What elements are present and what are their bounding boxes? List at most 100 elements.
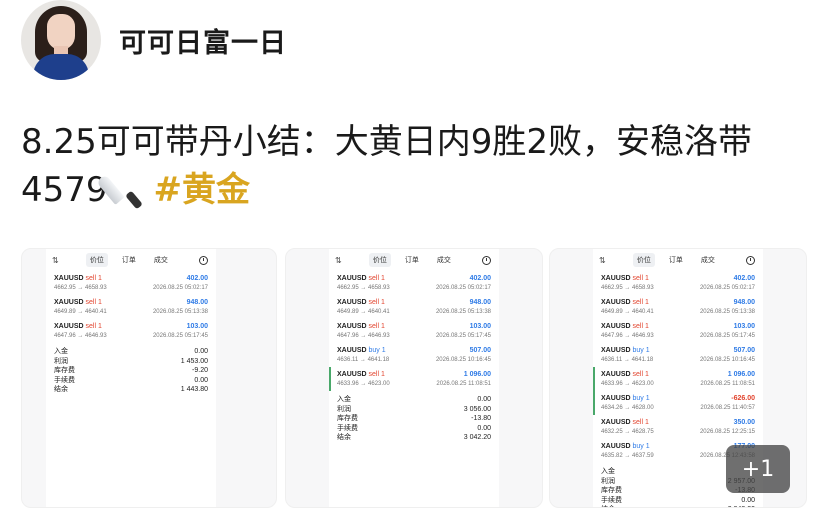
tab-position[interactable]: 价位	[368, 253, 391, 267]
history-tabs: ⇅ 价位 订单 成交	[329, 249, 499, 271]
trade-row[interactable]: XAUUSD sell 1 948.00 4649.89 → 4640.41 2026…	[329, 295, 499, 319]
trade-side: buy 1	[368, 347, 386, 354]
trade-pnl: 948.00	[186, 299, 208, 306]
trade-side: sell 1	[632, 323, 649, 330]
summary-swap-label: 库存费	[337, 415, 358, 422]
screenshot-card[interactable]: ⇅ 价位 订单 成交 XAUUSD sell 1 402.00 4662.95 → 4658…	[285, 248, 543, 508]
trade-row[interactable]: XAUUSD buy 1 507.00 4636.11 → 4641.18 2026.…	[593, 343, 763, 367]
trade-row[interactable]: XAUUSD buy 1 507.00 4636.11 → 4641.18 2026.…	[329, 343, 499, 367]
trade-prices: 4647.96 → 4646.93	[337, 333, 390, 339]
trade-row-main: XAUUSD sell 1 1 096.00	[601, 369, 755, 380]
clock-icon[interactable]	[481, 255, 491, 265]
avatar-dress	[33, 54, 89, 80]
account-summary: 入金 0.00 利润 3 056.00 库存费 -13.80 手续费 0.00 结余 3 042.…	[329, 391, 499, 443]
trade-symbol-side: XAUUSD buy 1	[337, 345, 386, 356]
trade-symbol: XAUUSD	[337, 371, 369, 378]
trade-row-detail: 4633.96 → 4623.00 2026.08.25 11:08:51	[337, 380, 491, 389]
trade-side: buy 1	[632, 347, 650, 354]
clock-icon[interactable]	[745, 255, 755, 265]
trade-history-screen: ⇅ 价位 订单 成交 XAUUSD sell 1 402.00 4662.95 → 4658…	[329, 249, 499, 507]
trade-row[interactable]: XAUUSD sell 1 948.00 4649.89 → 4640.41 2026…	[46, 295, 216, 319]
trade-row[interactable]: XAUUSD sell 1 402.00 4662.95 → 4658.93 2026…	[329, 271, 499, 295]
trade-pnl: 402.00	[469, 275, 491, 282]
tab-orders[interactable]: 订单	[665, 253, 687, 267]
trade-row[interactable]: XAUUSD sell 1 948.00 4649.89 → 4640.41 2026…	[593, 295, 763, 319]
tab-orders[interactable]: 订单	[401, 253, 423, 267]
trade-pnl: 948.00	[733, 299, 755, 306]
trade-row[interactable]: XAUUSD sell 1 402.00 4662.95 → 4658.93 2026…	[46, 271, 216, 295]
trade-row-main: XAUUSD sell 1 948.00	[601, 297, 755, 308]
summary-commission: 手续费 0.00	[337, 424, 491, 434]
trade-row-detail: 4649.89 → 4640.41 2026.08.25 05:13:38	[337, 308, 491, 317]
summary-profit: 利润 1 453.00	[54, 357, 208, 367]
trade-row[interactable]: XAUUSD sell 1 402.00 4662.95 → 4658.93 2026…	[593, 271, 763, 295]
sort-icon[interactable]: ⇅	[335, 256, 342, 265]
trade-row-detail: 4633.96 → 4623.00 2026.08.25 11:08:51	[601, 380, 755, 389]
history-tabs: ⇅ 价位 订单 成交	[46, 249, 216, 271]
summary-profit: 利润 3 056.00	[337, 405, 491, 415]
summary-commission-label: 手续费	[601, 496, 622, 504]
sort-icon[interactable]: ⇅	[599, 256, 606, 265]
screenshot-card[interactable]: ⇅ 价位 订单 成交 XAUUSD sell 1 402.00 4662.95 → 4658…	[549, 248, 807, 508]
trade-symbol: XAUUSD	[337, 347, 369, 354]
trade-row[interactable]: XAUUSD sell 1 103.00 4647.96 → 4646.93 2026…	[46, 319, 216, 343]
summary-balance: 结余 3 042.20	[337, 433, 491, 443]
summary-balance: 结余 2 943.20	[601, 505, 755, 507]
trade-row-detail: 4636.11 → 4641.18 2026.08.25 10:16:45	[601, 356, 755, 365]
post-line-2-number: 4579	[21, 170, 108, 210]
trade-time: 2026.08.25 12:25:15	[699, 429, 755, 435]
trade-pnl: 507.00	[733, 347, 755, 354]
more-images-overlay[interactable]: +1	[726, 445, 790, 493]
trade-time: 2026.08.25 10:16:45	[699, 357, 755, 363]
username[interactable]: 可可日富一日	[119, 21, 287, 60]
tab-deals[interactable]: 成交	[433, 253, 455, 267]
trade-prices: 4636.11 → 4641.18	[601, 357, 654, 363]
tab-deals[interactable]: 成交	[697, 253, 719, 267]
trade-symbol-side: XAUUSD sell 1	[337, 273, 385, 284]
summary-swap: 库存费 -9.20	[54, 366, 208, 376]
trade-symbol-side: XAUUSD sell 1	[601, 297, 649, 308]
trade-symbol-side: XAUUSD sell 1	[337, 297, 385, 308]
knife-icon	[95, 167, 154, 210]
post-header: 可可日富一日	[21, 0, 287, 80]
trade-side: sell 1	[632, 299, 649, 306]
screenshot-card[interactable]: ⇅ 价位 订单 成交 XAUUSD sell 1 402.00 4662.95 → 4658…	[21, 248, 277, 508]
trade-row[interactable]: XAUUSD sell 1 1 096.00 4633.96 → 4623.00 20…	[593, 367, 763, 391]
trade-time: 2026.08.25 05:17:45	[435, 333, 491, 339]
trade-prices: 4662.95 → 4658.93	[601, 285, 654, 291]
trade-row-detail: 4649.89 → 4640.41 2026.08.25 05:13:38	[54, 308, 208, 317]
summary-commission-value: 0.00	[741, 496, 755, 504]
tab-group: 价位 订单 成交	[368, 253, 455, 267]
summary-balance-label: 结余	[54, 386, 68, 393]
trade-time: 2026.08.25 11:40:57	[700, 405, 755, 411]
trade-pnl: 103.00	[186, 323, 208, 330]
clock-icon[interactable]	[198, 255, 208, 265]
trade-symbol: XAUUSD	[601, 419, 633, 426]
tab-deals[interactable]: 成交	[150, 253, 172, 267]
trade-row[interactable]: XAUUSD sell 1 103.00 4647.96 → 4646.93 2026…	[329, 319, 499, 343]
tab-position[interactable]: 价位	[632, 253, 655, 267]
hashtag-link[interactable]: #黄金	[154, 170, 251, 210]
trade-row[interactable]: XAUUSD sell 1 350.00 4632.25 → 4628.75 2026…	[593, 415, 763, 439]
trade-symbol-side: XAUUSD sell 1	[601, 273, 649, 284]
trade-row[interactable]: XAUUSD sell 1 1 096.00 4633.96 → 4623.00 20…	[329, 367, 499, 391]
history-tabs: ⇅ 价位 订单 成交	[593, 249, 763, 271]
trade-row[interactable]: XAUUSD buy 1 -626.00 4634.26 → 4628.00 2026…	[593, 391, 763, 415]
trade-prices: 4649.89 → 4640.41	[601, 309, 654, 315]
trade-row-detail: 4662.95 → 4658.93 2026.08.25 05:02:17	[337, 284, 491, 293]
sort-icon[interactable]: ⇅	[52, 256, 59, 265]
trade-time: 2026.08.25 05:13:38	[152, 309, 208, 315]
summary-profit-label: 利润	[337, 405, 351, 413]
trade-pnl: 103.00	[469, 323, 491, 330]
avatar[interactable]	[21, 0, 101, 80]
trade-side: sell 1	[85, 275, 102, 282]
trade-row-detail: 4662.95 → 4658.93 2026.08.25 05:02:17	[54, 284, 208, 293]
trade-prices: 4634.26 → 4628.00	[601, 405, 654, 411]
trade-side: sell 1	[632, 419, 649, 426]
trade-row[interactable]: XAUUSD sell 1 103.00 4647.96 → 4646.93 2026…	[593, 319, 763, 343]
trade-row-main: XAUUSD sell 1 1 096.00	[337, 369, 491, 380]
trade-symbol: XAUUSD	[337, 299, 369, 306]
tab-orders[interactable]: 订单	[118, 253, 140, 267]
tab-position[interactable]: 价位	[85, 253, 108, 267]
summary-balance-value: 2 943.20	[728, 505, 755, 507]
